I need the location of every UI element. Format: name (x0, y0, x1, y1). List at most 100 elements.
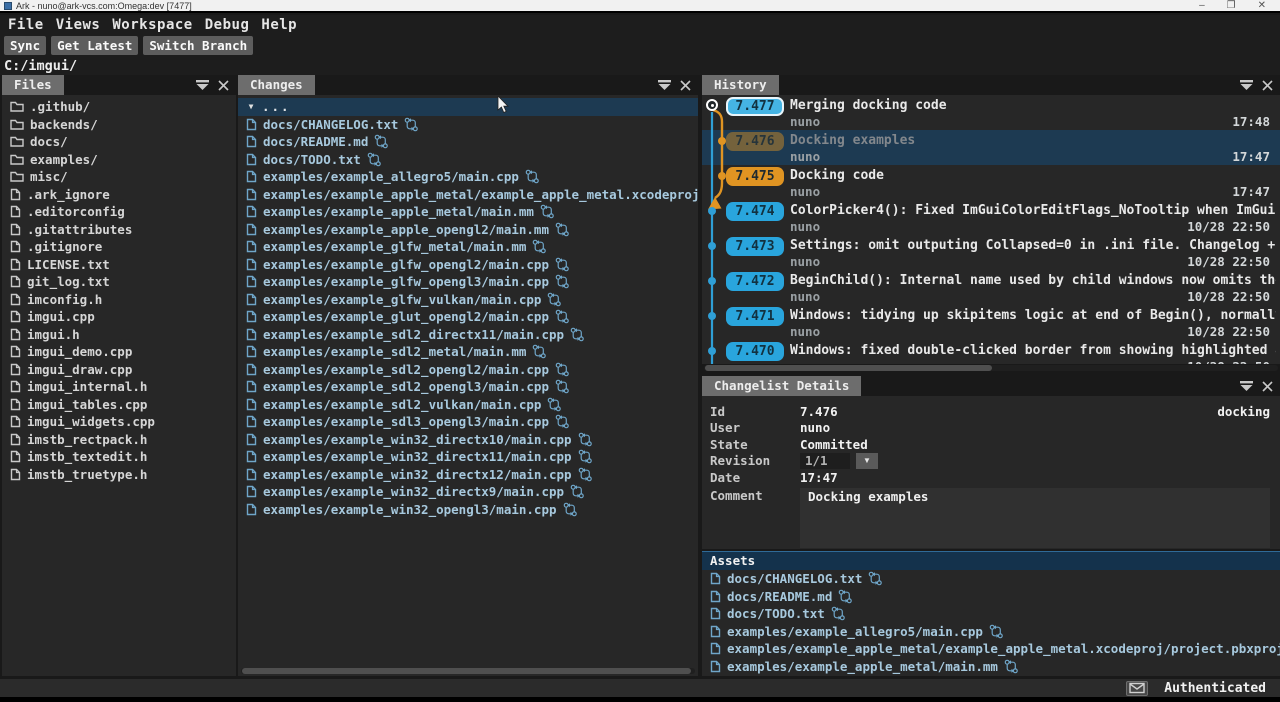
file-tree-item[interactable]: .gitattributes (2, 221, 236, 239)
changed-file-row[interactable]: examples/example_glfw_opengl3/main.cpp (238, 273, 698, 291)
commit-id-badge[interactable]: 7.470 (726, 342, 784, 361)
changed-file-row[interactable]: examples/example_glut_opengl2/main.cpp (238, 308, 698, 326)
collapse-triangle-icon[interactable]: ▼ (246, 102, 256, 111)
close-button[interactable]: ✕ (1258, 1, 1266, 11)
commit-id-badge[interactable]: 7.477 (726, 97, 784, 116)
tab-changes[interactable]: Changes (238, 75, 315, 95)
maximize-button[interactable]: ❐ (1227, 1, 1236, 11)
file-tree-item[interactable]: imstb_textedit.h (2, 448, 236, 466)
tab-changelist-details[interactable]: Changelist Details (702, 376, 861, 396)
filter-icon[interactable] (196, 80, 209, 90)
menu-item[interactable]: Debug (205, 17, 250, 34)
file-tree-item[interactable]: imgui_demo.cpp (2, 343, 236, 361)
tab-files[interactable]: Files (2, 75, 64, 95)
asset-file-row[interactable]: docs/README.md (702, 588, 1280, 606)
commit-id-badge[interactable]: 7.476 (726, 132, 784, 151)
menu-item[interactable]: Workspace (112, 17, 192, 34)
file-tree-item[interactable]: imstb_rectpack.h (2, 431, 236, 449)
filter-icon[interactable] (1240, 381, 1253, 391)
file-tree-item[interactable]: imstb_truetype.h (2, 466, 236, 484)
changed-file-row[interactable]: docs/TODO.txt (238, 151, 698, 169)
menu-item[interactable]: File (8, 17, 44, 34)
asset-file-row[interactable]: docs/TODO.txt (702, 605, 1280, 623)
file-tree-item[interactable]: .ark_ignore (2, 186, 236, 204)
menu-item[interactable]: Help (261, 17, 297, 34)
changed-file-row[interactable]: examples/example_apple_metal/example_app… (238, 186, 698, 204)
commit-id-badge[interactable]: 7.474 (726, 202, 784, 221)
commit-row[interactable]: 7.474 ColorPicker4(): Fixed ImGuiColorEd… (702, 200, 1280, 235)
commit-row[interactable]: 7.475 Docking code nuno 17:47 (702, 165, 1280, 200)
changed-file-row[interactable]: examples/example_sdl2_vulkan/main.cpp (238, 396, 698, 414)
commit-id-badge[interactable]: 7.473 (726, 237, 784, 256)
commit-id-badge[interactable]: 7.471 (726, 307, 784, 326)
diff-icon (555, 274, 570, 289)
changed-file-row[interactable]: examples/example_glfw_vulkan/main.cpp (238, 291, 698, 309)
file-tree-item[interactable]: git_log.txt (2, 273, 236, 291)
changes-horizontal-scrollbar[interactable] (241, 668, 695, 674)
file-tree-item[interactable]: examples/ (2, 151, 236, 169)
commit-row[interactable]: 7.476 Docking examples nuno 17:47 (702, 130, 1280, 165)
commit-id-badge[interactable]: 7.475 (726, 167, 784, 186)
commit-row[interactable]: 7.471 Windows: tidying up skipitems logi… (702, 305, 1280, 340)
changed-file-row[interactable]: docs/CHANGELOG.txt (238, 116, 698, 134)
commit-row[interactable]: 7.477 Merging docking code nuno 17:48 (702, 95, 1280, 130)
close-panel-icon[interactable] (218, 80, 229, 91)
close-panel-icon[interactable] (680, 80, 691, 91)
file-tree-item[interactable]: imgui.cpp (2, 308, 236, 326)
file-tree-item[interactable]: imgui_tables.cpp (2, 396, 236, 414)
file-tree-item[interactable]: imgui.h (2, 326, 236, 344)
close-panel-icon[interactable] (1262, 381, 1273, 392)
asset-file-path: examples/example_apple_metal/main.mm (727, 659, 998, 674)
comment-textarea[interactable]: Docking examples (800, 488, 1270, 548)
file-tree-item[interactable]: imconfig.h (2, 291, 236, 309)
close-panel-icon[interactable] (1262, 80, 1273, 91)
changed-file-row[interactable]: examples/example_sdl2_opengl3/main.cpp (238, 378, 698, 396)
file-tree-item[interactable]: backends/ (2, 116, 236, 134)
changed-file-row[interactable]: examples/example_win32_opengl3/main.cpp (238, 501, 698, 519)
file-tree-item[interactable]: LICENSE.txt (2, 256, 236, 274)
commit-row[interactable]: 7.470 Windows: fixed double-clicked bord… (702, 340, 1280, 364)
changed-file-row[interactable]: examples/example_sdl2_opengl2/main.cpp (238, 361, 698, 379)
changed-file-row[interactable]: examples/example_sdl2_metal/main.mm (238, 343, 698, 361)
file-tree-item[interactable]: docs/ (2, 133, 236, 151)
file-tree-item[interactable]: imgui_internal.h (2, 378, 236, 396)
filter-icon[interactable] (1240, 80, 1253, 90)
history-horizontal-scrollbar[interactable] (704, 365, 1278, 371)
changed-file-row[interactable]: examples/example_apple_metal/main.mm (238, 203, 698, 221)
changed-file-row[interactable]: examples/example_sdl3_opengl3/main.cpp (238, 413, 698, 431)
file-tree-item[interactable]: .github/ (2, 98, 236, 116)
mail-indicator[interactable] (1126, 681, 1148, 696)
changed-file-row[interactable]: examples/example_sdl2_directx11/main.cpp (238, 326, 698, 344)
changed-file-row[interactable]: examples/example_glfw_opengl2/main.cpp (238, 256, 698, 274)
file-tree-item[interactable]: imgui_draw.cpp (2, 361, 236, 379)
file-tree-item[interactable]: misc/ (2, 168, 236, 186)
toolbar-button[interactable]: Switch Branch (143, 36, 253, 55)
file-icon (10, 450, 21, 463)
changed-file-row[interactable]: docs/README.md (238, 133, 698, 151)
changed-file-row[interactable]: examples/example_apple_opengl2/main.mm (238, 221, 698, 239)
minimize-button[interactable]: – (1199, 1, 1205, 11)
commit-row[interactable]: 7.472 BeginChild(): Internal name used b… (702, 270, 1280, 305)
file-tree-item[interactable]: .editorconfig (2, 203, 236, 221)
asset-file-row[interactable]: examples/example_apple_metal/main.mm (702, 658, 1280, 676)
commit-row[interactable]: 7.473 Settings: omit outputing Collapsed… (702, 235, 1280, 270)
changed-file-row[interactable]: examples/example_win32_directx10/main.cp… (238, 431, 698, 449)
revision-dropdown-button[interactable]: ▼ (856, 453, 878, 469)
changed-file-row[interactable]: examples/example_allegro5/main.cpp (238, 168, 698, 186)
changed-file-row[interactable]: examples/example_glfw_metal/main.mm (238, 238, 698, 256)
changed-file-row[interactable]: examples/example_win32_directx11/main.cp… (238, 448, 698, 466)
changed-file-row[interactable]: examples/example_win32_directx9/main.cpp (238, 483, 698, 501)
asset-file-row[interactable]: examples/example_apple_metal/example_app… (702, 640, 1280, 658)
changed-file-row[interactable]: examples/example_win32_directx12/main.cp… (238, 466, 698, 484)
asset-file-row[interactable]: docs/CHANGELOG.txt (702, 570, 1280, 588)
toolbar-button[interactable]: Sync (4, 36, 46, 55)
tab-history[interactable]: History (702, 75, 779, 95)
menu-item[interactable]: Views (56, 17, 101, 34)
changed-file-row[interactable]: ▼ ... (238, 98, 698, 116)
asset-file-row[interactable]: examples/example_allegro5/main.cpp (702, 623, 1280, 641)
commit-id-badge[interactable]: 7.472 (726, 272, 784, 291)
file-tree-item[interactable]: .gitignore (2, 238, 236, 256)
filter-icon[interactable] (658, 80, 671, 90)
toolbar-button[interactable]: Get Latest (51, 36, 138, 55)
file-tree-item[interactable]: imgui_widgets.cpp (2, 413, 236, 431)
